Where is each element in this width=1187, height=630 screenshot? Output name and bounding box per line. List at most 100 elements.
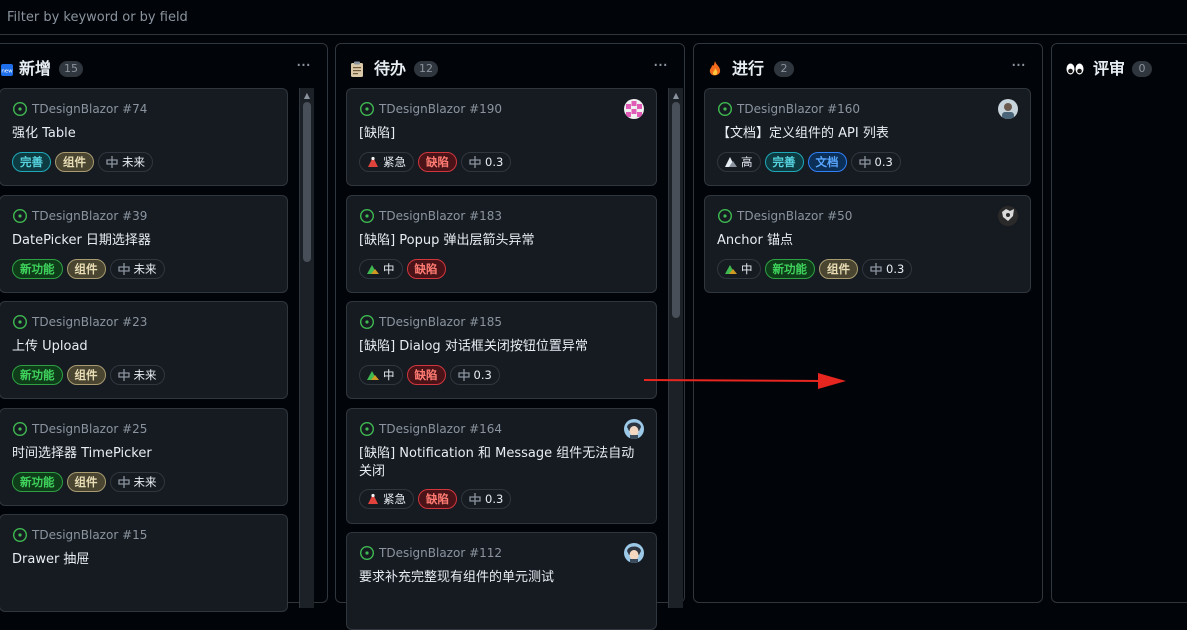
field-badge[interactable]: 0.3 <box>461 152 512 172</box>
issue-card[interactable]: TDesignBlazor #25 时间选择器 TimePicker 新功能 组件 未来 <box>0 407 288 506</box>
card-title[interactable]: 要求补充完整现有组件的单元测试 <box>359 569 638 587</box>
issue-card[interactable]: TDesignBlazor #50 Anchor 锚点中 新功能 组件 0.3 <box>704 194 1031 293</box>
label-badge[interactable]: 缺陷 <box>418 152 457 172</box>
label-badge[interactable]: 新功能 <box>12 471 63 492</box>
label-text: 组件 <box>74 474 98 489</box>
column-todo: 待办 12 ··· TDesignBlazor #190 [缺陷] 紧急 缺陷 0.3 T… <box>335 43 685 630</box>
field-badge[interactable]: 0.3 <box>850 152 901 172</box>
anime-avatar[interactable] <box>624 543 644 563</box>
card-labels: 新功能 组件 未来 <box>12 258 279 279</box>
dark-avatar[interactable] <box>998 205 1018 226</box>
card-labels: 高 完善 文档 0.3 <box>717 152 1022 172</box>
scroll-thumb[interactable] <box>303 102 311 262</box>
photo-avatar[interactable] <box>998 99 1018 119</box>
label-badge[interactable]: 新功能 <box>764 258 815 279</box>
card-labels: 完善 组件 未来 <box>12 152 279 172</box>
column-header: 进行 2 ··· <box>694 57 1042 82</box>
label-text: 组件 <box>74 368 98 382</box>
scrollbar[interactable]: ▲ <box>299 88 314 608</box>
field-badge[interactable]: 中 <box>359 258 403 279</box>
card-title[interactable]: [缺陷] Popup 弹出层箭头异常 <box>359 232 638 250</box>
issue-open-icon <box>359 545 375 561</box>
card-title[interactable]: 【文档】定义组件的 API 列表 <box>717 125 1012 143</box>
card-title[interactable]: 强化 Table <box>12 125 269 143</box>
label-badge[interactable]: 文档 <box>807 152 847 172</box>
field-badge[interactable]: 0.3 <box>461 488 512 509</box>
card-title[interactable]: 时间选择器 TimePicker <box>12 445 269 463</box>
field-badge[interactable]: 高 <box>717 152 761 172</box>
field-badge[interactable]: 紧急 <box>359 488 414 509</box>
label-text: 缺陷 <box>414 368 438 382</box>
label-badge[interactable]: 组件 <box>819 258 858 279</box>
card-title[interactable]: 上传 Upload <box>12 338 269 356</box>
issue-card[interactable]: TDesignBlazor #15 Drawer 抽屉 <box>0 514 288 612</box>
field-badge[interactable]: 未来 <box>98 152 153 172</box>
medium-icon <box>725 263 737 275</box>
label-badge[interactable]: 组件 <box>66 471 106 492</box>
field-text: 未来 <box>133 368 157 382</box>
label-badge[interactable]: 组件 <box>66 365 106 385</box>
issue-open-icon <box>12 314 28 330</box>
urgent-icon <box>367 493 379 505</box>
column-menu-button[interactable]: ··· <box>1008 57 1028 78</box>
anime-avatar[interactable] <box>624 418 644 439</box>
label-badge[interactable]: 组件 <box>66 258 106 279</box>
card-title[interactable]: DatePicker 日期选择器 <box>12 232 269 250</box>
label-text: 组件 <box>827 261 850 276</box>
label-badge[interactable]: 组件 <box>55 152 94 172</box>
card-title[interactable]: [缺陷] <box>359 125 638 143</box>
issue-open-icon <box>717 101 733 117</box>
field-text: 未来 <box>133 474 157 489</box>
card-title[interactable]: Anchor 锚点 <box>717 232 1012 250</box>
issue-card[interactable]: TDesignBlazor #23 上传 Upload 新功能 组件 未来 <box>0 301 288 399</box>
card-title[interactable]: [缺陷] Notification 和 Message 组件无法自动关闭 <box>359 445 638 481</box>
field-text: 0.3 <box>874 155 893 169</box>
scroll-up-icon[interactable]: ▲ <box>300 90 314 102</box>
iteration-icon <box>469 492 481 505</box>
iteration-icon <box>870 262 882 275</box>
label-badge[interactable]: 完善 <box>12 152 51 172</box>
field-badge[interactable]: 紧急 <box>359 152 414 172</box>
issue-card[interactable]: TDesignBlazor #183 [缺陷] Popup 弹出层箭头异常中 缺陷 <box>346 194 657 293</box>
field-badge[interactable]: 未来 <box>109 258 165 279</box>
label-badge[interactable]: 完善 <box>764 152 804 172</box>
label-badge[interactable]: 缺陷 <box>418 488 457 509</box>
issue-card[interactable]: TDesignBlazor #112 要求补充完整现有组件的单元测试 <box>346 532 657 630</box>
card-labels: 新功能 组件 未来 <box>12 365 279 385</box>
filter-input[interactable] <box>0 0 1187 35</box>
field-badge[interactable]: 0.3 <box>449 365 500 385</box>
label-badge[interactable]: 新功能 <box>12 365 63 385</box>
scroll-up-icon[interactable]: ▲ <box>669 90 683 102</box>
issue-card[interactable]: TDesignBlazor #185 [缺陷] Dialog 对话框关闭按钮位置异… <box>346 301 657 399</box>
iteration-icon <box>117 262 130 275</box>
card-title[interactable]: Drawer 抽屉 <box>12 551 269 569</box>
column-menu-button[interactable]: ··· <box>293 57 313 78</box>
card-title[interactable]: [缺陷] Dialog 对话框关闭按钮位置异常 <box>359 338 638 356</box>
field-text: 0.3 <box>886 261 905 276</box>
label-badge[interactable]: 新功能 <box>12 258 63 279</box>
high-icon <box>725 156 737 168</box>
field-badge[interactable]: 中 <box>359 365 403 385</box>
issue-card[interactable]: TDesignBlazor #39 DatePicker 日期选择器 新功能 组件 未来 <box>0 194 288 293</box>
label-badge[interactable]: 缺陷 <box>406 258 446 279</box>
field-badge[interactable]: 中 <box>717 258 761 279</box>
cards-list: TDesignBlazor #190 [缺陷] 紧急 缺陷 0.3 TDesignBlaz… <box>336 88 684 630</box>
scrollbar[interactable]: ▲ <box>668 88 683 608</box>
field-badge[interactable]: 未来 <box>109 471 165 492</box>
field-badge[interactable]: 0.3 <box>862 258 913 279</box>
field-badge[interactable]: 未来 <box>109 365 165 385</box>
pink-identicon-avatar[interactable] <box>624 99 644 119</box>
issue-card[interactable]: TDesignBlazor #190 [缺陷] 紧急 缺陷 0.3 <box>346 88 657 186</box>
field-text: 0.3 <box>485 491 504 506</box>
repo-issue-number: TDesignBlazor #74 <box>32 102 148 116</box>
issue-card[interactable]: TDesignBlazor #160 【文档】定义组件的 API 列表高 完善 文档 0… <box>704 88 1031 186</box>
label-badge[interactable]: 缺陷 <box>406 365 446 385</box>
column-menu-button[interactable]: ··· <box>650 57 670 78</box>
scroll-thumb[interactable] <box>672 102 680 318</box>
issue-card[interactable]: TDesignBlazor #164 [缺陷] Notification 和 Me… <box>346 407 657 524</box>
label-text: 组件 <box>63 155 86 169</box>
card-labels: 中 新功能 组件 0.3 <box>717 258 1022 279</box>
iteration-icon <box>858 156 871 168</box>
iteration-icon <box>117 369 130 381</box>
issue-card[interactable]: TDesignBlazor #74 强化 Table 完善 组件 未来 <box>0 88 288 186</box>
